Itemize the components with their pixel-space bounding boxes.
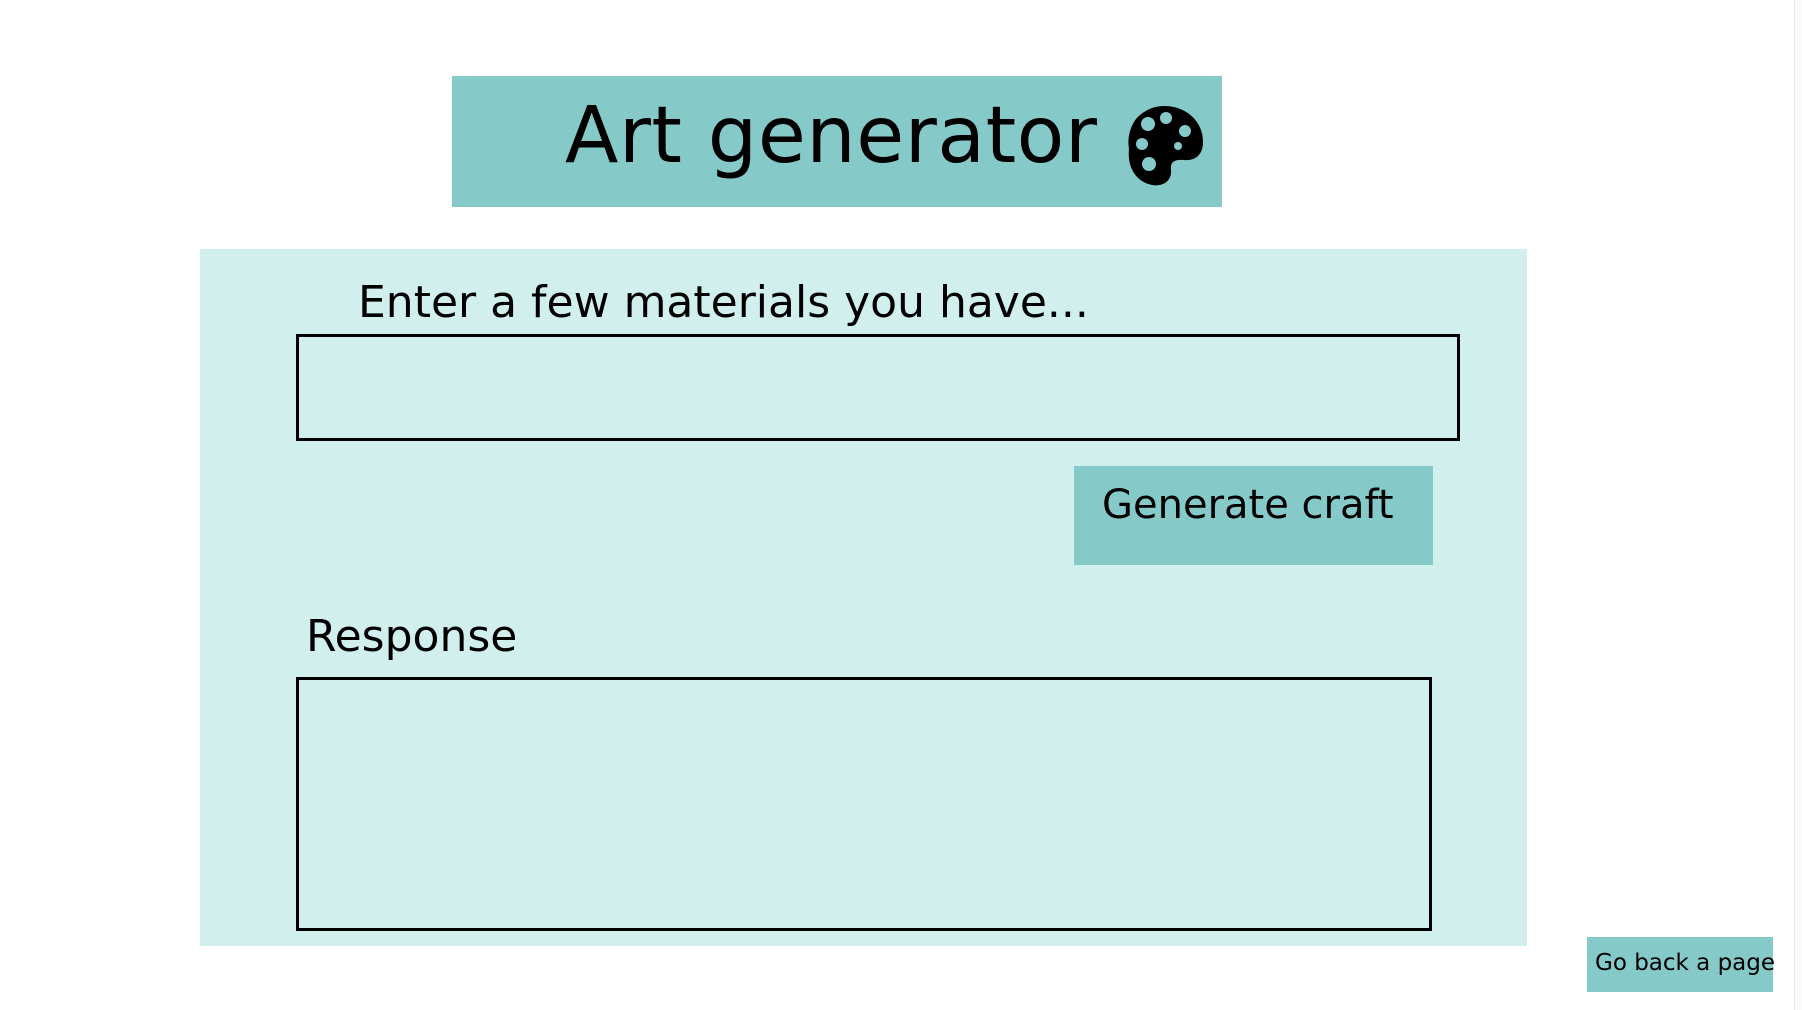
response-output (296, 677, 1432, 931)
palette-icon (1124, 104, 1204, 188)
generator-panel: Enter a few materials you have... Genera… (200, 249, 1527, 946)
art-generator-page: Art generator Enter a few materials you … (0, 0, 1802, 1010)
window-scrollbar[interactable] (1794, 0, 1802, 1010)
response-label: Response (306, 611, 518, 662)
generate-craft-label: Generate craft (1102, 482, 1394, 528)
generate-craft-button[interactable]: Generate craft (1074, 466, 1433, 565)
go-back-label: Go back a page (1595, 950, 1776, 976)
header-banner: Art generator (452, 76, 1222, 207)
materials-label: Enter a few materials you have... (358, 277, 1089, 328)
page-title: Art generator (565, 91, 1098, 181)
go-back-button[interactable]: Go back a page (1587, 937, 1776, 992)
materials-input[interactable] (296, 334, 1460, 441)
